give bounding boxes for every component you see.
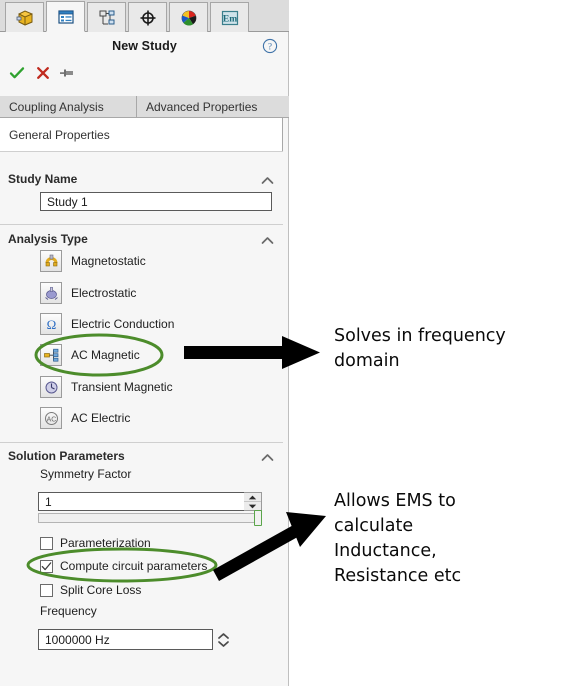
section-header-solution-parameters-label: Solution Parameters	[8, 449, 125, 463]
analysis-option-ac-magnetic-label: AC Magnetic	[71, 348, 140, 362]
chevron-up-icon	[261, 174, 274, 188]
subtab-divider	[0, 151, 283, 152]
tab-property-manager[interactable]	[46, 1, 85, 32]
ac-electric-icon: AC	[40, 407, 62, 429]
panel-title-row: New Study	[0, 32, 289, 59]
cancel-button[interactable]	[32, 62, 54, 84]
chevron-up-icon[interactable]	[217, 632, 230, 640]
analysis-option-magnetostatic-label: Magnetostatic	[71, 254, 146, 268]
chevron-up-icon	[261, 451, 274, 465]
parameterization-checkbox[interactable]	[40, 536, 53, 550]
dimxpert-manager-icon	[140, 10, 155, 25]
subtab-general-properties-label: General Properties	[9, 128, 110, 142]
section-header-analysis-type-label: Analysis Type	[8, 232, 88, 246]
compute-circuit-parameters-checkbox[interactable]	[40, 559, 53, 573]
tab-configuration-manager[interactable]	[87, 2, 126, 32]
symmetry-factor-slider-thumb[interactable]	[254, 510, 262, 526]
property-manager-icon	[57, 9, 74, 24]
subtab-general-properties[interactable]: General Properties	[0, 118, 283, 152]
tab-ems-manager[interactable]: Em	[210, 2, 249, 32]
analysis-option-electrostatic-label: Electrostatic	[71, 286, 137, 300]
electric-conduction-icon: Ω	[40, 313, 62, 335]
checkbox-row-compute-circuit-parameters[interactable]: Compute circuit parameters	[40, 556, 207, 576]
analysis-option-electric-conduction-label: Electric Conduction	[71, 317, 175, 331]
tab-strip-filler	[249, 1, 289, 31]
tab-coupling-analysis-label: Coupling Analysis	[9, 99, 104, 114]
compute-circuit-parameters-label: Compute circuit parameters	[60, 559, 208, 573]
magnetostatic-icon	[40, 250, 62, 272]
check-icon	[41, 561, 52, 570]
stepper-up-button[interactable]	[244, 493, 261, 501]
svg-text:Em: Em	[222, 14, 236, 24]
analysis-option-magnetostatic[interactable]: Magnetostatic	[40, 248, 146, 274]
symmetry-factor-input[interactable]: 1	[38, 492, 245, 511]
section-header-study-name[interactable]: Study Name	[0, 169, 283, 189]
property-tab-bar: Coupling Analysis Advanced Properties	[0, 96, 289, 118]
tab-advanced-properties-label: Advanced Properties	[146, 99, 258, 114]
ems-manager-icon: Em	[221, 10, 238, 25]
analysis-option-transient-magnetic[interactable]: Transient Magnetic	[40, 374, 173, 400]
callout-text-1: Solves in frequency domain	[334, 326, 506, 371]
manager-tab-strip: Em	[0, 0, 289, 32]
svg-text:Ω: Ω	[46, 317, 56, 332]
section-header-solution-parameters[interactable]: Solution Parameters	[0, 446, 283, 466]
electrostatic-icon	[40, 282, 62, 304]
tab-display-manager[interactable]	[169, 2, 208, 32]
svg-text:AC: AC	[46, 416, 56, 423]
analysis-option-electrostatic[interactable]: Electrostatic	[40, 280, 136, 306]
tab-dimxpert-manager[interactable]	[128, 2, 167, 32]
section-header-study-name-label: Study Name	[8, 172, 78, 186]
divider-study-name	[0, 224, 283, 225]
ac-magnetic-icon	[40, 344, 62, 366]
section-header-analysis-type[interactable]: Analysis Type	[0, 229, 283, 249]
symmetry-factor-slider-track[interactable]	[38, 513, 262, 523]
svg-text:?: ?	[268, 41, 272, 51]
configuration-manager-icon	[99, 10, 114, 24]
symmetry-factor-label: Symmetry Factor	[40, 467, 132, 481]
keep-visible-pin-button[interactable]	[57, 62, 79, 84]
frequency-input[interactable]: 1000000 Hz	[38, 629, 213, 650]
tab-feature-manager-tree[interactable]	[5, 2, 44, 32]
frequency-label: Frequency	[40, 604, 97, 618]
study-name-value: Study 1	[47, 194, 88, 209]
tab-advanced-properties[interactable]: Advanced Properties	[137, 96, 289, 117]
page-title: New Study	[112, 38, 177, 53]
display-manager-icon	[181, 10, 196, 26]
pin-icon	[60, 69, 73, 77]
divider-analysis-type	[0, 442, 283, 443]
split-core-loss-label: Split Core Loss	[60, 583, 142, 597]
study-name-input[interactable]: Study 1	[40, 192, 272, 211]
callout-text-2: Allows EMS to calculate Inductance, Resi…	[334, 491, 462, 586]
chevron-up-icon	[261, 234, 274, 248]
analysis-option-ac-electric[interactable]: AC AC Electric	[40, 405, 130, 431]
analysis-option-electric-conduction[interactable]: Ω Electric Conduction	[40, 311, 174, 337]
check-icon	[9, 67, 25, 79]
parameterization-label: Parameterization	[60, 536, 151, 550]
caret-down-icon	[248, 504, 257, 508]
split-core-loss-checkbox[interactable]	[40, 583, 53, 597]
symmetry-factor-value: 1	[45, 494, 52, 509]
stepper-down-button[interactable]	[244, 501, 261, 510]
panel-action-row	[0, 62, 289, 88]
chevron-down-icon[interactable]	[217, 640, 230, 648]
analysis-option-ac-magnetic[interactable]: AC Magnetic	[40, 342, 140, 368]
analysis-option-ac-electric-label: AC Electric	[71, 411, 131, 425]
checkbox-row-parameterization[interactable]: Parameterization	[40, 533, 151, 553]
property-manager-panel: Em New Study ? Coupling Analysis Advance…	[0, 0, 289, 686]
help-icon[interactable]: ?	[262, 38, 278, 54]
analysis-option-transient-magnetic-label: Transient Magnetic	[71, 380, 173, 394]
feature-manager-tree-icon	[16, 9, 32, 26]
ok-button[interactable]	[6, 62, 28, 84]
frequency-stepper[interactable]	[214, 629, 232, 650]
frequency-value: 1000000 Hz	[45, 632, 110, 647]
caret-up-icon	[248, 495, 257, 499]
symmetry-factor-stepper[interactable]	[244, 492, 262, 511]
transient-magnetic-icon	[40, 376, 62, 398]
checkbox-row-split-core-loss[interactable]: Split Core Loss	[40, 580, 141, 600]
close-icon	[37, 67, 49, 79]
tab-coupling-analysis[interactable]: Coupling Analysis	[0, 96, 137, 117]
